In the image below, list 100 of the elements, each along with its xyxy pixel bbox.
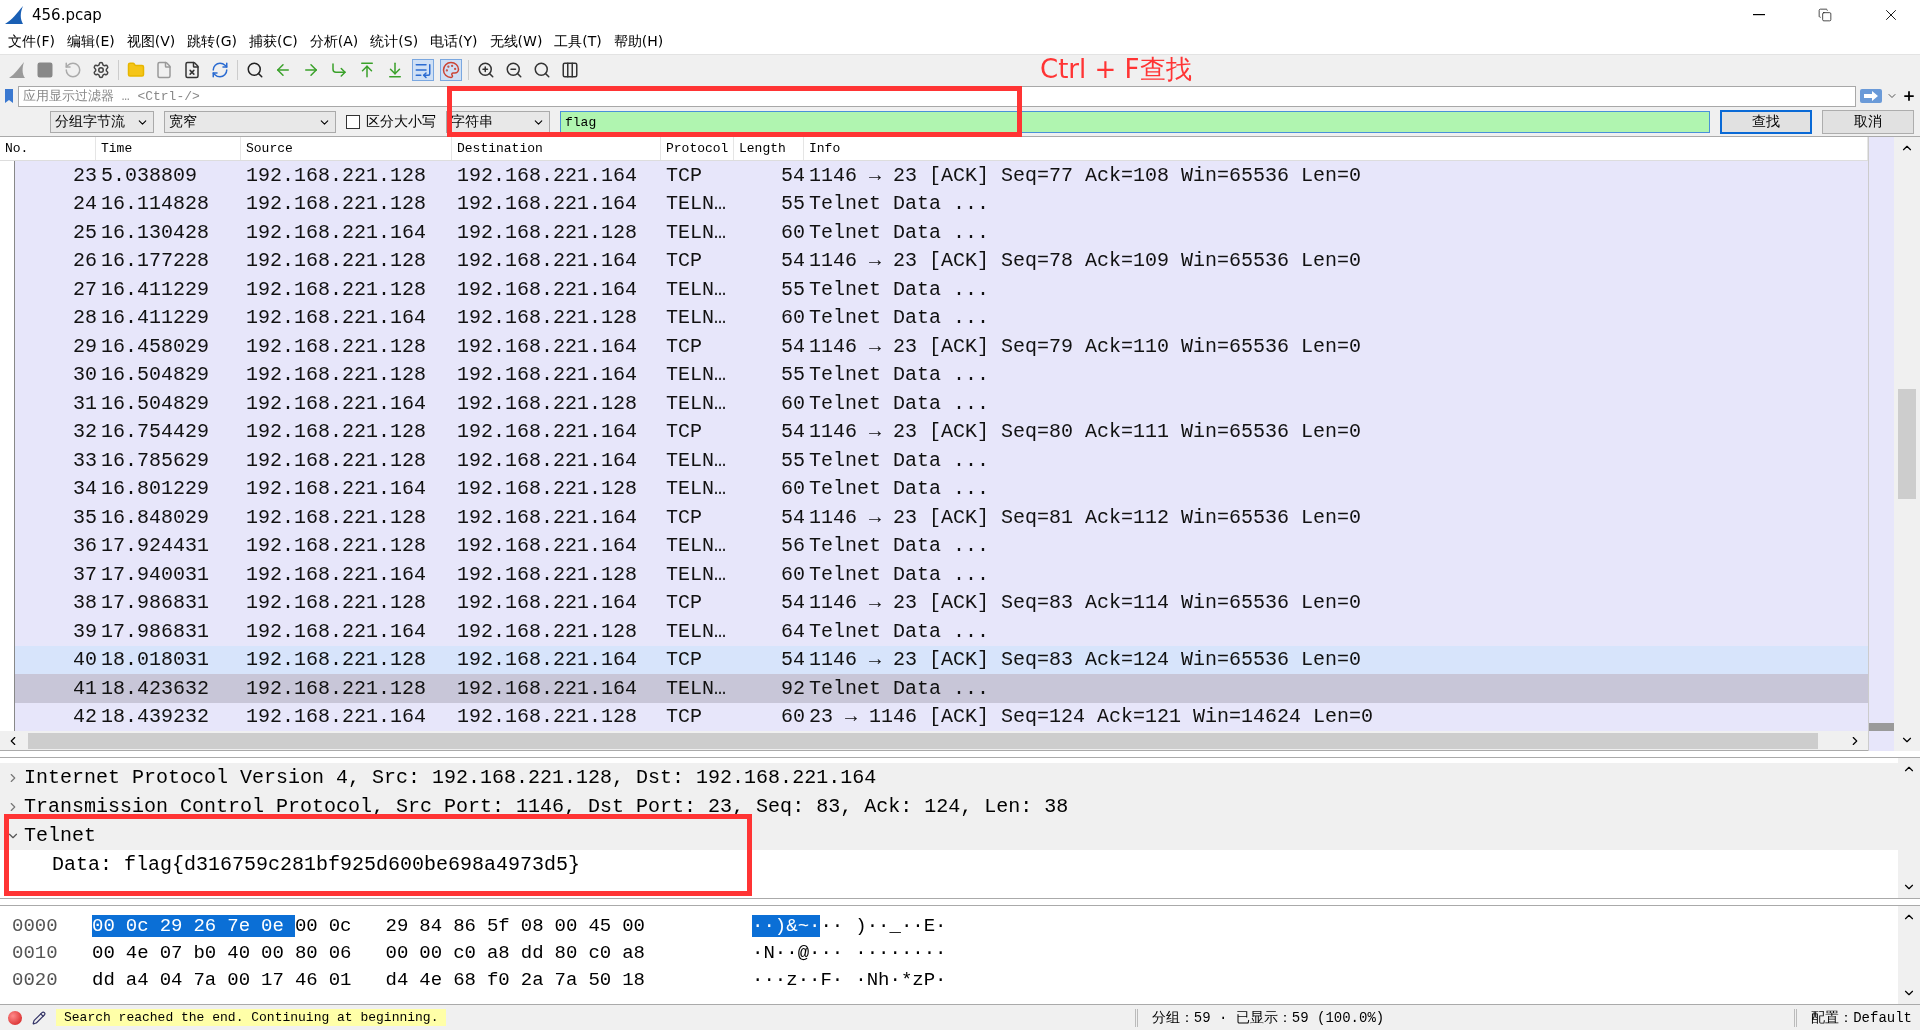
ascii-char[interactable]: & — [786, 914, 798, 937]
packet-row[interactable]: 33 16.785629 192.168.221.128 192.168.221.164 TELN… 55 Telnet Data ... — [14, 446, 1868, 475]
hex-byte[interactable]: 18 — [622, 968, 656, 991]
hex-byte[interactable]: 04 — [159, 968, 194, 991]
packet-row[interactable]: 40 18.018031 192.168.221.128 192.168.221.164 TCP 54 1146 → 23 [ACK] Seq=83 Ack=124 Win=65536 Len=0 — [14, 645, 1868, 674]
hex-byte[interactable]: 17 — [261, 968, 295, 991]
ascii-char[interactable]: P — [923, 968, 936, 991]
ascii-char[interactable]: F — [820, 968, 832, 991]
ascii-char[interactable]: · — [831, 941, 844, 964]
ascii-char[interactable]: · — [809, 941, 821, 964]
menu-item[interactable]: 捕获(C) — [245, 33, 306, 51]
hex-byte[interactable]: 00 — [419, 941, 454, 964]
ascii-char[interactable]: · — [935, 914, 947, 937]
status-indicator-icon[interactable] — [8, 1010, 22, 1025]
packet-row[interactable]: 31 16.504829 192.168.221.164 192.168.221.128 TELN… 60 Telnet Data ... — [14, 389, 1868, 418]
ascii-char[interactable]: · — [763, 968, 775, 991]
detail-row[interactable]: Transmission Control Protocol, Src Port: 1146, Dst Port: 23, Seq: 83, Ack: 124, Len: 38 — [0, 792, 1898, 821]
ascii-char[interactable]: _ — [889, 914, 901, 937]
ascii-char[interactable]: · — [797, 968, 810, 991]
hex-byte[interactable]: 4e — [419, 968, 454, 991]
packet-row[interactable]: 32 16.754429 192.168.221.128 192.168.221.164 TCP 54 1146 → 23 [ACK] Seq=80 Ack=111 Win=65536 Len=0 — [14, 417, 1868, 446]
hex-byte[interactable]: 00 — [385, 941, 420, 964]
hex-byte[interactable]: d4 — [385, 968, 420, 991]
ascii-char[interactable]: · — [923, 941, 936, 964]
hex-byte[interactable]: 0c — [125, 914, 160, 937]
column-header[interactable]: Source — [241, 137, 452, 160]
ascii-char[interactable]: E — [923, 914, 936, 937]
hex-byte[interactable]: 0e — [261, 914, 295, 937]
packet-row[interactable]: 29 16.458029 192.168.221.128 192.168.221.164 TCP 54 1146 → 23 [ACK] Seq=79 Ack=110 Win=65536 Len=0 — [14, 332, 1868, 361]
menu-item[interactable]: 帮助(H) — [609, 33, 672, 51]
ascii-char[interactable]: · — [809, 914, 821, 937]
hex-byte[interactable]: 80 — [294, 941, 329, 964]
menu-item[interactable]: 电话(Y) — [426, 33, 486, 51]
detail-row[interactable]: Internet Protocol Version 4, Src: 192.168.221.128, Dst: 192.168.221.164 — [0, 763, 1898, 792]
menu-item[interactable]: 工具(T) — [550, 33, 610, 51]
hex-byte[interactable]: 29 — [159, 914, 194, 937]
hex-byte[interactable]: 07 — [159, 941, 194, 964]
hex-byte[interactable]: 46 — [294, 968, 329, 991]
hex-byte[interactable]: b0 — [193, 941, 228, 964]
ascii-char[interactable]: · — [752, 914, 764, 937]
hex-byte[interactable]: 29 — [385, 914, 420, 937]
hex-byte[interactable]: dd — [92, 968, 126, 991]
packet-row[interactable]: 26 16.177228 192.168.221.128 192.168.221.164 TCP 54 1146 → 23 [ACK] Seq=78 Ack=109 Win=65536 Len=0 — [14, 246, 1868, 275]
ascii-char[interactable]: · — [786, 941, 798, 964]
cancel-button[interactable]: 取消 — [1822, 110, 1914, 134]
ascii-char[interactable]: · — [889, 941, 901, 964]
colorize-button[interactable] — [440, 58, 462, 81]
hex-byte[interactable]: a4 — [125, 968, 160, 991]
hex-byte[interactable]: 7e — [227, 914, 262, 937]
ascii-char[interactable]: ) — [855, 914, 867, 937]
packet-row[interactable]: 25 16.130428 192.168.221.164 192.168.221.128 TELN… 60 Telnet Data ... — [14, 218, 1868, 247]
hex-byte[interactable]: 0c — [328, 914, 386, 937]
ascii-char[interactable]: · — [763, 914, 775, 937]
find-button[interactable]: 查找 — [1720, 110, 1812, 134]
ascii-char[interactable]: · — [809, 968, 821, 991]
hex-byte[interactable]: 7a — [554, 968, 589, 991]
hex-byte[interactable]: 84 — [419, 914, 454, 937]
packet-row[interactable]: 27 16.411229 192.168.221.128 192.168.221.164 TELN… 55 Telnet Data ... — [14, 275, 1868, 304]
detail-tree-item[interactable]: Telnet — [24, 824, 96, 847]
search-type-dropdown[interactable]: 字符串 — [446, 111, 550, 133]
search-field[interactable]: flag — [560, 111, 1710, 133]
detail-tree-item[interactable]: Data: flag{d316759c281bf925d600be698a4973d5} — [52, 853, 581, 876]
packet-row[interactable]: 34 16.801229 192.168.221.164 192.168.221.128 TELN… 60 Telnet Data ... — [14, 474, 1868, 503]
column-header[interactable]: Destination — [452, 137, 661, 160]
packet-row[interactable]: 28 16.411229 192.168.221.164 192.168.221.128 TELN… 60 Telnet Data ... — [14, 303, 1868, 332]
add-filter-icon[interactable] — [1902, 89, 1916, 103]
menu-item[interactable]: 分析(A) — [305, 33, 367, 51]
packet-row[interactable]: 35 16.848029 192.168.221.128 192.168.221.164 TCP 54 1146 → 23 [ACK] Seq=81 Ack=112 Win=65536 Len=0 — [14, 503, 1868, 532]
ascii-char[interactable]: · — [831, 968, 844, 991]
hex-byte[interactable]: 80 — [554, 941, 589, 964]
packet-row[interactable]: 37 17.940031 192.168.221.164 192.168.221.128 TELN… 60 Telnet Data ... — [14, 560, 1868, 589]
menu-item[interactable]: 文件(F) — [4, 33, 63, 51]
ascii-char[interactable]: · — [752, 968, 764, 991]
ascii-char[interactable]: · — [912, 914, 924, 937]
packet-row[interactable]: 23 5.038809 192.168.221.128 192.168.221.164 TCP 54 1146 → 23 [ACK] Seq=77 Ack=108 Win=65536 Len=0 — [14, 161, 1868, 190]
scrollbar-thumb[interactable] — [28, 732, 1818, 749]
hex-byte[interactable]: a8 — [486, 941, 521, 964]
ascii-char[interactable]: * — [900, 968, 913, 991]
ascii-char[interactable]: · — [820, 941, 832, 964]
hex-byte[interactable]: 00 — [294, 914, 329, 937]
packet-row[interactable]: 38 17.986831 192.168.221.128 192.168.221.164 TCP 54 1146 → 23 [ACK] Seq=83 Ack=114 Win=65536 Len=0 — [14, 588, 1868, 617]
hex-byte[interactable]: 86 — [453, 914, 487, 937]
column-header[interactable]: No. — [0, 137, 96, 160]
hex-byte[interactable]: c0 — [588, 941, 623, 964]
detail-tree-item[interactable]: Internet Protocol Version 4, Src: 192.168.221.128, Dst: 192.168.221.164 — [24, 766, 877, 789]
menu-item[interactable]: 视图(V) — [122, 33, 184, 51]
edit-icon[interactable] — [32, 1010, 46, 1025]
ascii-char[interactable]: · — [866, 914, 879, 937]
hex-byte[interactable]: 68 — [453, 968, 487, 991]
hex-byte[interactable]: 26 — [193, 914, 228, 937]
ascii-char[interactable]: h — [878, 968, 890, 991]
ascii-char[interactable]: · — [855, 968, 867, 991]
hex-byte[interactable]: 40 — [227, 941, 262, 964]
ascii-char[interactable]: · — [889, 968, 901, 991]
ascii-char[interactable]: z — [912, 968, 924, 991]
ascii-char[interactable]: · — [912, 941, 924, 964]
ascii-char[interactable]: · — [878, 914, 890, 937]
column-header[interactable]: Time — [96, 137, 241, 160]
packet-row[interactable]: 41 18.423632 192.168.221.128 192.168.221.164 TELN… 92 Telnet Data ... — [14, 674, 1868, 703]
ascii-char[interactable]: N — [866, 968, 879, 991]
